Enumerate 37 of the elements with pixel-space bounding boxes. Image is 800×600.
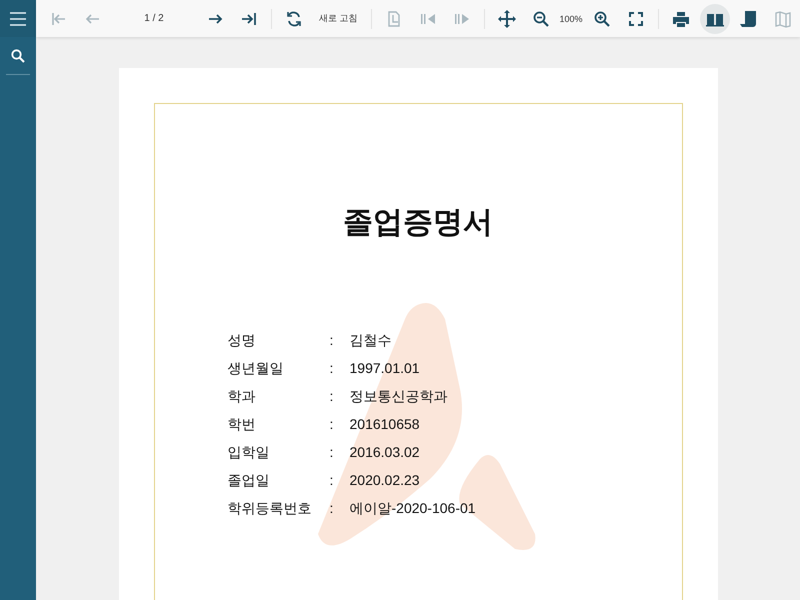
field-label: 학번 xyxy=(228,415,256,434)
scroll-icon xyxy=(740,10,758,28)
colon-separator: : xyxy=(330,471,334,490)
field-label: 생년월일 xyxy=(228,359,284,378)
menu-button[interactable] xyxy=(0,0,36,37)
page-indicator: 1 / 2 xyxy=(143,13,165,24)
fullscreen-icon xyxy=(626,10,645,28)
menu-icon xyxy=(10,12,26,26)
refresh-icon xyxy=(285,10,303,28)
field-value: 1997.01.01 xyxy=(350,359,421,378)
map-icon xyxy=(774,10,792,28)
print-icon xyxy=(672,10,690,28)
colon-separator: : xyxy=(330,499,334,518)
field-label: 성명 xyxy=(228,331,256,350)
field-label: 학과 xyxy=(228,387,256,406)
colon-separator: : xyxy=(330,443,334,462)
field-label: 학위등록번호 xyxy=(228,499,312,518)
refresh-label-button[interactable]: 새로 고침 xyxy=(311,12,366,25)
field-value: 김철수 xyxy=(350,331,392,350)
zoom-in-icon xyxy=(592,10,611,28)
document-title: 졸업증명서 xyxy=(342,205,494,241)
zoom-level-button[interactable]: 100% xyxy=(558,14,585,24)
book-view-button[interactable] xyxy=(700,4,730,34)
field-value: 2020.02.23 xyxy=(350,471,421,490)
search-icon xyxy=(11,48,25,62)
field-value: 201610658 xyxy=(350,415,421,434)
colon-separator: : xyxy=(330,415,334,434)
colon-separator: : xyxy=(330,331,334,350)
field-value: 2016.03.02 xyxy=(350,443,421,462)
colon-separator: : xyxy=(330,387,334,406)
field-value: 정보통신공학과 xyxy=(350,387,448,406)
field-label: 입학일 xyxy=(228,443,270,462)
colon-separator: : xyxy=(330,359,334,378)
zoom-out-icon xyxy=(532,10,550,28)
move-icon xyxy=(498,10,516,28)
field-label: 졸업일 xyxy=(228,471,270,490)
field-value: 에이알-2020-106-01 xyxy=(350,499,477,518)
